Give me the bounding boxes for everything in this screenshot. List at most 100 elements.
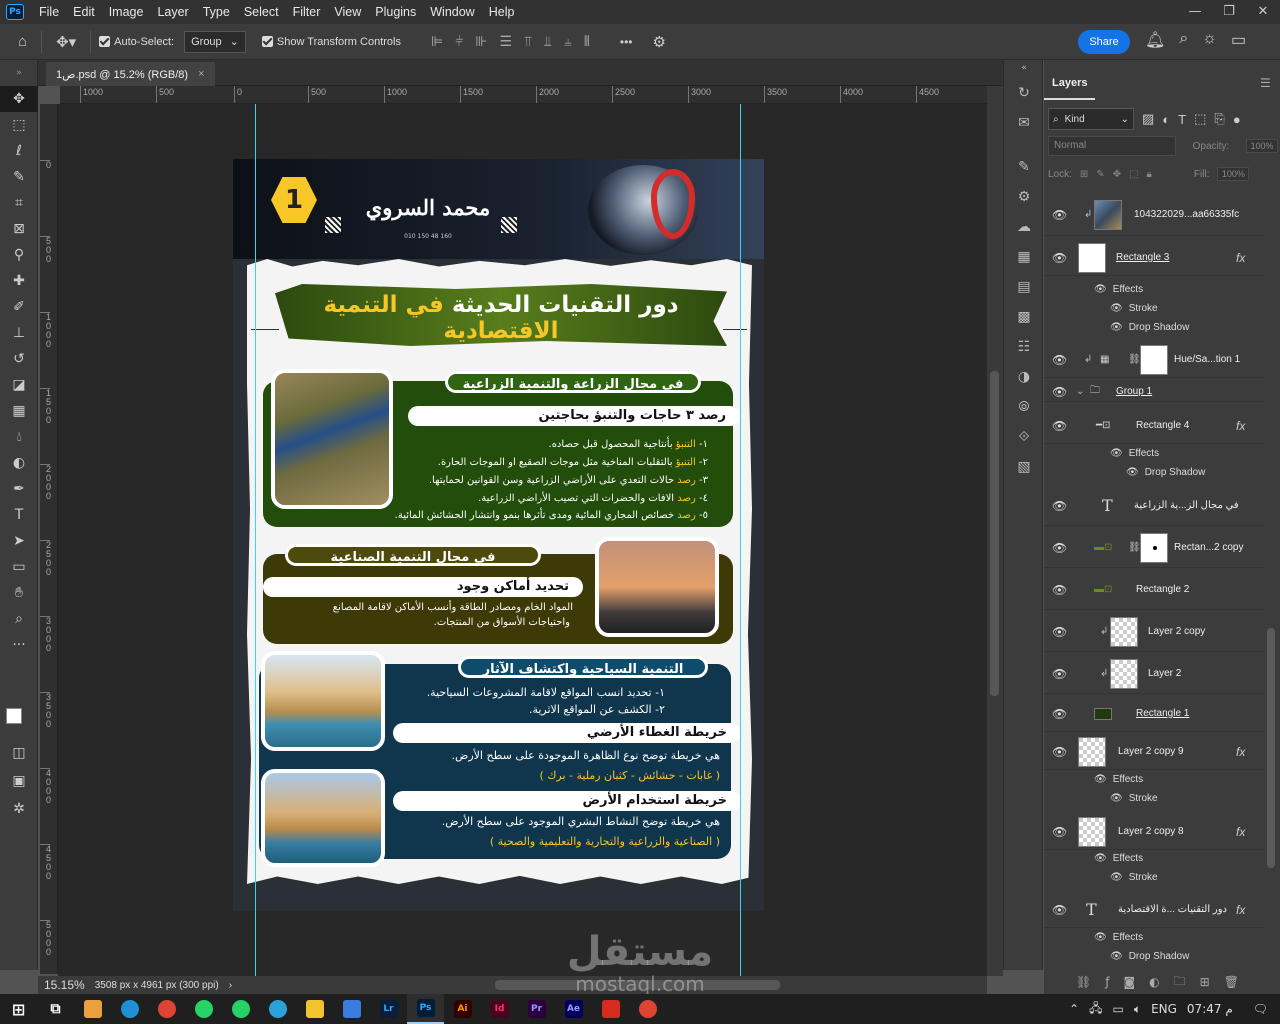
filter-toggle-icon[interactable]: ● [1233, 112, 1241, 127]
taskbar-app-lightroom[interactable]: Lr [370, 994, 407, 1024]
lock-artboard-icon[interactable]: ⬚ [1129, 169, 1138, 180]
more-options-icon[interactable]: ••• [620, 35, 633, 49]
eye-icon[interactable]: 👁︎ [1052, 385, 1067, 399]
taskbar-app-premiere[interactable]: Pr [518, 994, 555, 1024]
eye-icon[interactable]: 👁︎ [1052, 825, 1067, 839]
taskbar-app-indesign[interactable]: Id [481, 994, 518, 1024]
eye-icon[interactable]: 👁︎ [1052, 208, 1067, 222]
zoom-level[interactable]: 15.15% [44, 978, 85, 992]
effect-drop-shadow-row[interactable]: 👁︎ Drop Shadow [1110, 322, 1189, 333]
volume-icon[interactable]: 🔈︎ [1134, 1002, 1141, 1017]
effect-drop-shadow-row[interactable]: 👁︎ Drop Shadow [1126, 467, 1205, 478]
libraries-panel-icon[interactable]: ☁ [1004, 214, 1044, 240]
frame-tool-icon[interactable]: ⊠ [0, 216, 38, 242]
layer-row[interactable]: 👁︎ ━⊡ Rectangle 4 fx [1044, 408, 1264, 444]
layer-row[interactable]: 👁︎ ↲ Layer 2 [1044, 654, 1264, 694]
effect-drop-shadow-row[interactable]: 👁︎ Drop Shadow [1110, 951, 1189, 962]
eye-icon[interactable]: 👁︎ [1094, 284, 1107, 295]
taskbar-app[interactable] [629, 994, 666, 1024]
start-button[interactable]: ⊞ [0, 994, 37, 1024]
link-layers-icon[interactable]: ⛓ [1076, 975, 1091, 989]
align-bottom-icon[interactable]: ⫨ [564, 33, 572, 50]
lock-position-icon[interactable]: ✥ [1113, 169, 1121, 180]
eye-icon[interactable]: 👁︎ [1052, 251, 1067, 265]
channels-panel-icon[interactable]: ⦾ [1004, 394, 1044, 420]
kind-filter-dropdown[interactable]: ⌕ Kind ⌄ [1048, 108, 1134, 130]
effects-row[interactable]: 👁︎ Effects [1094, 774, 1143, 785]
taskbar-app-illustrator[interactable]: Ai [444, 994, 481, 1024]
layer-row[interactable]: 👁︎ ▬⊡ ⛓ Rectan...2 copy [1044, 528, 1264, 568]
new-layer-icon[interactable]: ⊞ [1200, 975, 1210, 989]
workspace-icon[interactable]: ▭ [1231, 30, 1246, 50]
brushes-panel-icon[interactable]: ✎ [1004, 154, 1044, 180]
eye-icon[interactable]: 👁︎ [1052, 625, 1067, 639]
close-icon[interactable]: × [198, 68, 204, 80]
guide-line[interactable] [255, 104, 256, 976]
align-top-icon[interactable]: ⫪ [524, 33, 532, 50]
lasso-tool-icon[interactable]: ℓ [0, 138, 38, 164]
fx-icon[interactable]: fx [1236, 745, 1245, 759]
taskbar-app[interactable] [111, 994, 148, 1024]
lock-all-icon[interactable]: 🔒︎ [1147, 169, 1152, 180]
scrollbar-thumb[interactable] [990, 371, 999, 696]
trash-icon[interactable]: 🗑︎ [1224, 975, 1239, 989]
eye-icon[interactable]: 👁︎ [1110, 448, 1123, 459]
language-indicator[interactable]: ENG [1151, 1002, 1177, 1016]
image-panel-icon[interactable]: ▧ [1004, 454, 1044, 480]
gradient-tool-icon[interactable]: ▦ [0, 398, 38, 424]
search-icon[interactable]: ⌕ [1179, 30, 1188, 50]
blur-tool-icon[interactable]: 💧︎ [0, 424, 38, 450]
chevron-right-icon[interactable]: › [229, 980, 232, 991]
effects-row[interactable]: 👁︎ Effects [1094, 284, 1143, 295]
layer-row[interactable]: 👁︎ ↲ Layer 2 copy [1044, 612, 1264, 652]
distribute-h-icon[interactable]: ☰ [499, 33, 512, 50]
layer-row[interactable]: 👁︎ Rectangle 1 [1044, 696, 1264, 732]
taskbar-app[interactable] [148, 994, 185, 1024]
layer-row[interactable]: 👁︎ Layer 2 copy 9 fx [1044, 734, 1264, 770]
rectangle-tool-icon[interactable]: ▭ [0, 554, 38, 580]
scrollbar-thumb[interactable] [1267, 628, 1275, 868]
effects-row[interactable]: 👁︎ Effects [1110, 448, 1159, 459]
move-tool-icon[interactable]: ✥ [0, 86, 38, 112]
crop-tool-icon[interactable]: ⌗ [0, 190, 38, 216]
battery-icon[interactable]: ▭ [1113, 1002, 1124, 1016]
pixel-filter-icon[interactable]: ▨ [1142, 111, 1154, 127]
blend-mode-dropdown[interactable]: Normal [1048, 136, 1176, 156]
layer-row[interactable]: 👁︎ T دور التقنيات ...ة الاقتصادية fx [1044, 892, 1264, 928]
edit-toolbar-icon[interactable]: ··· [0, 632, 38, 658]
effects-row[interactable]: 👁︎ Effects [1094, 853, 1143, 864]
eye-icon[interactable]: 👁︎ [1052, 353, 1067, 367]
menu-edit[interactable]: Edit [66, 5, 102, 19]
shape-filter-icon[interactable]: ⬚ [1194, 111, 1206, 127]
quick-mask-icon[interactable]: ◫ [0, 740, 38, 766]
adjust-panel-icon[interactable]: ◑ [1004, 364, 1044, 390]
eye-icon[interactable]: 👁︎ [1110, 872, 1123, 883]
document-canvas[interactable]: 1 محمد السروي 010 150 48 160 دور التقنيا… [233, 159, 764, 911]
eye-icon[interactable]: 👁︎ [1052, 583, 1067, 597]
menu-file[interactable]: File [32, 5, 66, 19]
taskbar-app[interactable] [259, 994, 296, 1024]
layer-row[interactable]: 👁︎ ▬⊡ Rectangle 2 [1044, 570, 1264, 610]
menu-type[interactable]: Type [196, 5, 237, 19]
document-tab[interactable]: ص1.psd @ 15.2% (RGB/8) × [46, 62, 215, 86]
collapse-icon[interactable]: » [0, 60, 38, 86]
new-adjustment-icon[interactable]: ◐ [1149, 975, 1159, 989]
lock-pixels-icon[interactable]: ✎ [1096, 169, 1104, 180]
screen-mode-icon[interactable]: ▣ [0, 768, 38, 794]
effect-stroke-row[interactable]: 👁︎ Stroke [1110, 303, 1158, 314]
move-tool-preset-icon[interactable]: ✥▾ [56, 33, 76, 51]
eye-icon[interactable]: 👁︎ [1110, 793, 1123, 804]
properties-panel-icon[interactable]: ☷ [1004, 334, 1044, 360]
healing-brush-tool-icon[interactable]: ✚ [0, 268, 38, 294]
notifications-icon[interactable]: 🗨︎ [1253, 1002, 1268, 1016]
taskbar-app[interactable] [74, 994, 111, 1024]
clock[interactable]: 07:47 م [1187, 1002, 1233, 1016]
taskbar-app[interactable] [222, 994, 259, 1024]
layer-row[interactable]: 👁︎ Layer 2 copy 8 fx [1044, 814, 1264, 850]
marquee-tool-icon[interactable]: ⬚ [0, 112, 38, 138]
chevron-up-icon[interactable]: ⌃ [1069, 1002, 1079, 1016]
minimize-button[interactable]: — [1178, 0, 1212, 24]
adjustments-panel-icon[interactable]: ⚙ [1004, 184, 1044, 210]
layer-row[interactable]: 👁︎ ↲ ▦ ⛓ Hue/Sa...tion 1 [1044, 342, 1264, 378]
layer-row[interactable]: 👁︎ T في مجال الز...ية الزراعية [1044, 486, 1264, 526]
